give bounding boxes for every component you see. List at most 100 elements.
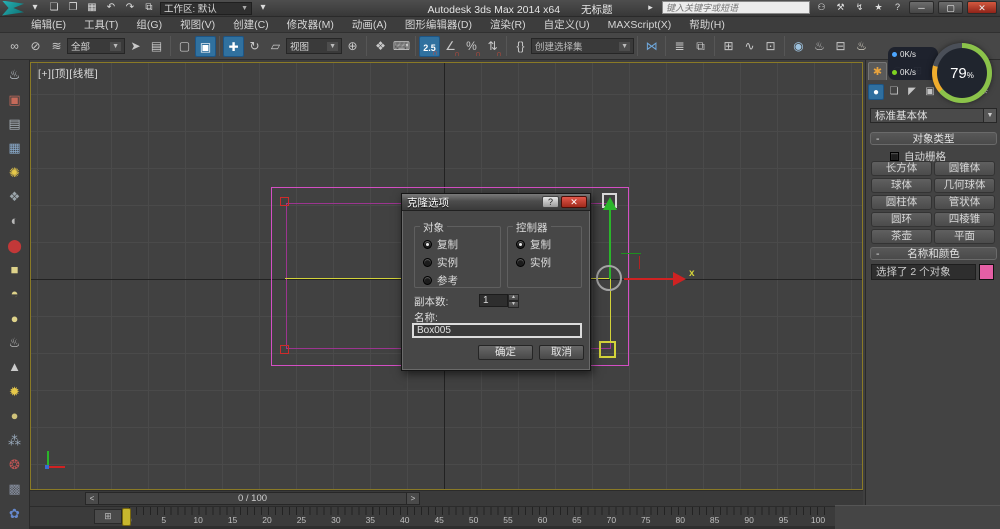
curve-editor-icon[interactable]: ∿ xyxy=(739,36,760,57)
window-crossing-icon[interactable]: ▣ xyxy=(195,36,216,57)
sub-shapes-icon[interactable]: ❏ xyxy=(886,84,902,100)
spinner-down-icon[interactable]: ▼ xyxy=(508,301,519,308)
radio-object-reference[interactable]: 参考 xyxy=(423,273,458,288)
sphere-button[interactable]: 球体 xyxy=(871,178,932,193)
plane-button[interactable]: 平面 xyxy=(934,229,995,244)
mini-curve-editor-button[interactable]: ⊞ xyxy=(94,509,122,524)
prev-frame-button[interactable]: < xyxy=(85,492,99,505)
menu-maxscript[interactable]: MAXScript(X) xyxy=(599,17,681,33)
menu-graph-editors[interactable]: 图形编辑器(D) xyxy=(396,17,481,33)
selection-set-combo[interactable]: 创建选择集 ▼ xyxy=(531,38,634,54)
ok-button[interactable]: 确定 xyxy=(478,345,533,360)
list-view-icon[interactable]: ▤ xyxy=(3,113,27,135)
spreadsheet-icon[interactable]: ▦ xyxy=(3,137,27,159)
search-input[interactable] xyxy=(662,1,810,14)
radio-object-copy[interactable]: 复制 xyxy=(423,237,458,252)
space-warp-icon[interactable]: ▩ xyxy=(3,478,27,500)
scene-explorer-icon[interactable]: ⊞ xyxy=(718,36,739,57)
shaded-sphere-icon[interactable]: ◐ xyxy=(3,210,27,232)
subscription-icon[interactable]: ⚒ xyxy=(833,1,848,14)
radio-icon[interactable] xyxy=(423,258,432,267)
move-tool-icon[interactable]: ✚ xyxy=(223,36,244,57)
box-primitive-icon[interactable]: ■ xyxy=(3,259,27,281)
object-name-field[interactable]: 选择了 2 个对象 xyxy=(871,264,976,280)
material-editor-icon[interactable]: ◉ xyxy=(788,36,809,57)
object-color-swatch[interactable] xyxy=(979,264,994,280)
teapot-primitive-icon[interactable]: ♨ xyxy=(3,332,27,354)
scale-tool-icon[interactable]: ▱ xyxy=(265,36,286,57)
select-by-name-icon[interactable]: ▤ xyxy=(146,36,167,57)
communication-icon[interactable]: ↯ xyxy=(852,1,867,14)
cone-button[interactable]: 圆锥体 xyxy=(934,161,995,176)
percent-snap-icon[interactable]: %∩ xyxy=(461,36,482,57)
radio-icon[interactable] xyxy=(423,276,432,285)
use-center-icon[interactable]: ⊕ xyxy=(342,36,363,57)
open-file-button[interactable]: ❐ xyxy=(65,1,81,15)
geosphere-button[interactable]: 几何球体 xyxy=(934,178,995,193)
geosphere-icon[interactable]: ● xyxy=(3,405,27,427)
render-production-icon[interactable]: ♨ xyxy=(851,36,872,57)
gizmo-x-axis[interactable] xyxy=(624,278,673,280)
time-marker[interactable] xyxy=(122,508,131,526)
menu-modifiers[interactable]: 修改器(M) xyxy=(278,17,343,33)
minimize-button[interactable]: ─ xyxy=(909,1,934,14)
cone-primitive-icon[interactable]: ▲ xyxy=(3,356,27,378)
schematic-view-icon[interactable]: ⊡ xyxy=(760,36,781,57)
torus-button[interactable]: 圆环 xyxy=(871,212,932,227)
menu-tools[interactable]: 工具(T) xyxy=(75,17,127,33)
menu-create[interactable]: 创建(C) xyxy=(224,17,278,33)
particle-spray-icon[interactable]: ⁂ xyxy=(3,430,27,452)
menu-views[interactable]: 视图(V) xyxy=(171,17,224,33)
light-bulb-icon[interactable]: ✺ xyxy=(3,162,27,184)
unlink-icon[interactable]: ⊘ xyxy=(25,36,46,57)
bind-spacewarp-icon[interactable]: ≋ xyxy=(46,36,67,57)
performance-gauge[interactable]: 79% xyxy=(932,43,992,103)
primitive-category-dropdown[interactable]: 标准基本体 ▼ xyxy=(870,108,997,123)
select-link-icon[interactable]: ∞ xyxy=(4,36,25,57)
search-icon[interactable]: ⚇ xyxy=(814,1,829,14)
pyramid-button[interactable]: 四棱锥 xyxy=(934,212,995,227)
cancel-button[interactable]: 取消 xyxy=(539,345,584,360)
current-frame-display[interactable]: 0 / 100 xyxy=(99,492,406,505)
snap-toggle-icon[interactable]: 2.5∩ xyxy=(419,36,440,57)
tab-create[interactable]: ✱ xyxy=(868,62,887,80)
sub-lights-icon[interactable]: ◤ xyxy=(904,84,920,100)
copies-spinner[interactable]: 1 ▲ ▼ xyxy=(479,294,519,307)
reference-coord-combo[interactable]: 视图 ▼ xyxy=(286,38,342,54)
radio-icon[interactable] xyxy=(423,240,432,249)
maximize-button[interactable]: ▢ xyxy=(938,1,963,14)
radio-controller-copy[interactable]: 复制 xyxy=(516,237,551,252)
gizmo-center-circle[interactable] xyxy=(596,265,622,291)
select-manipulate-icon[interactable]: ❖ xyxy=(370,36,391,57)
menu-help[interactable]: 帮助(H) xyxy=(680,17,734,33)
teapot-icon[interactable]: ♨ xyxy=(3,64,27,86)
radio-object-instance[interactable]: 实例 xyxy=(423,255,458,270)
rotate-tool-icon[interactable]: ↻ xyxy=(244,36,265,57)
teapot-button[interactable]: 茶壶 xyxy=(871,229,932,244)
red-cameras-icon[interactable]: ⬤ xyxy=(3,235,27,257)
align-icon[interactable]: ≣ xyxy=(669,36,690,57)
max-logo-button[interactable] xyxy=(2,1,24,16)
spinner-up-icon[interactable]: ▲ xyxy=(508,294,519,301)
molecule-icon[interactable]: ❂ xyxy=(3,454,27,476)
keyboard-override-icon[interactable]: ⌨ xyxy=(391,36,412,57)
new-file-button[interactable]: ❏ xyxy=(46,1,62,15)
dialog-help-button[interactable]: ? xyxy=(542,196,559,208)
object-type-rollout[interactable]: - 对象类型 xyxy=(870,132,997,145)
radio-icon[interactable] xyxy=(516,258,525,267)
render-window-icon[interactable]: ▣ xyxy=(3,89,27,111)
workspace-flyout-icon[interactable]: ▾ xyxy=(255,1,271,15)
dialog-titlebar[interactable]: 克隆选项 ? ✕ xyxy=(402,194,590,211)
box-button[interactable]: 长方体 xyxy=(871,161,932,176)
dome-primitive-icon[interactable]: ◓ xyxy=(3,283,27,305)
sun-light-icon[interactable]: ✹ xyxy=(3,381,27,403)
track-bar[interactable]: ⊞ 05101520253035404550556065707580859095… xyxy=(30,506,863,526)
selection-filter-combo[interactable]: 全部 ▼ xyxy=(67,38,125,54)
name-input[interactable] xyxy=(412,323,582,338)
workspace-combo[interactable]: 工作区: 默认 ▼ xyxy=(160,2,252,15)
redo-button[interactable]: ↷ xyxy=(122,1,138,15)
viewport-label[interactable]: [+][顶][线框] xyxy=(38,66,98,81)
name-color-rollout[interactable]: - 名称和颜色 xyxy=(870,247,997,260)
sub-geometry-icon[interactable]: ● xyxy=(868,84,884,100)
sphere-primitive-icon[interactable]: ● xyxy=(3,308,27,330)
